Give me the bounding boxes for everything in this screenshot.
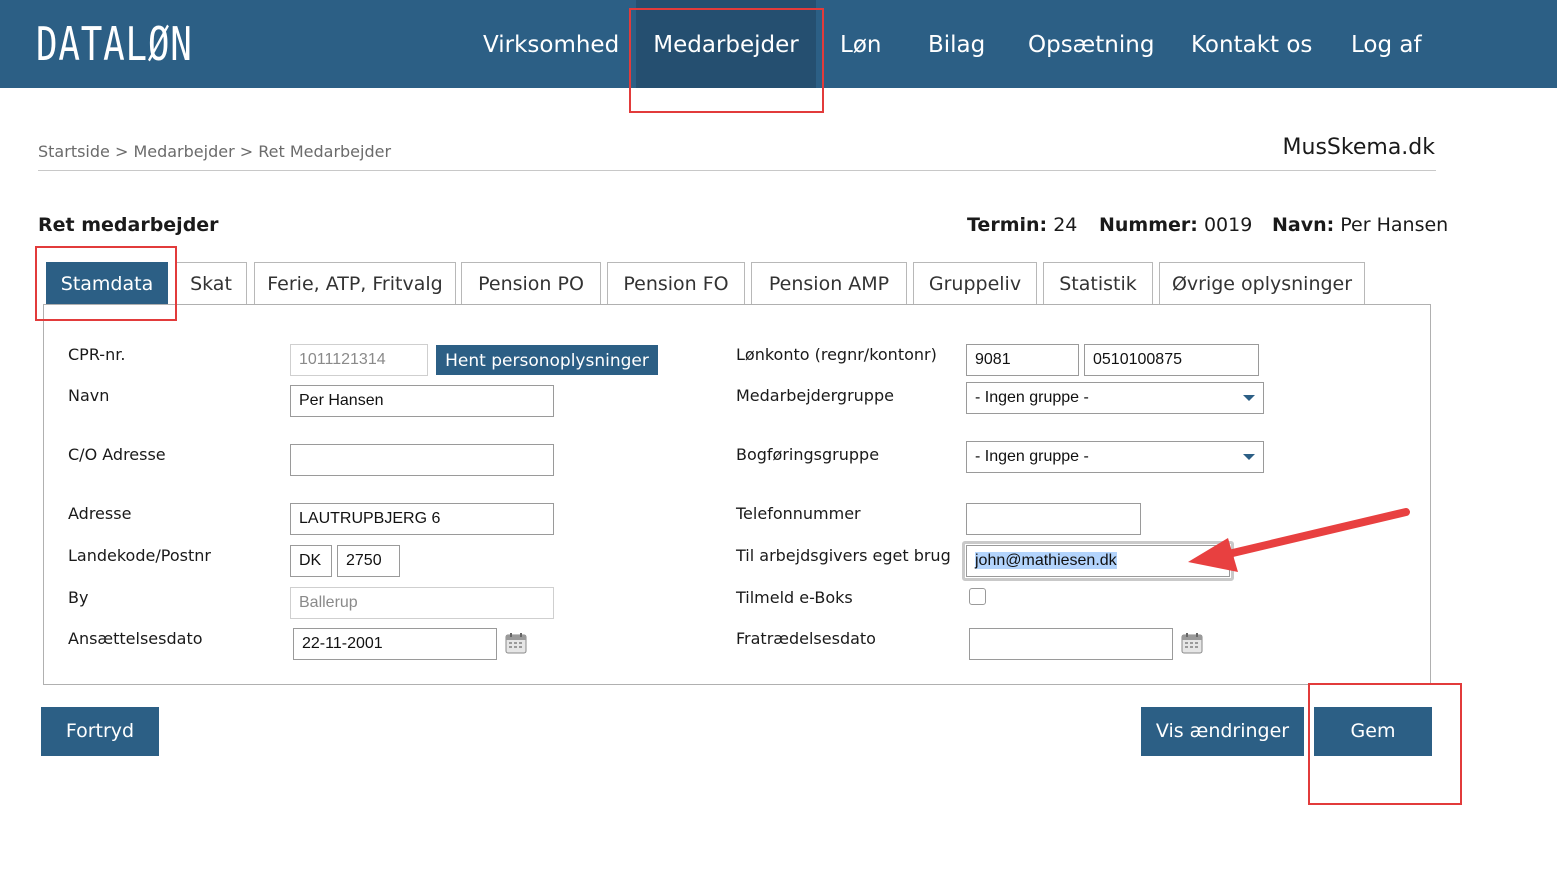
- regnr-input[interactable]: 9081: [966, 344, 1079, 376]
- nummer-info: Nummer: 0019: [1099, 214, 1252, 236]
- tab-ferie-atp-fritvalg[interactable]: Ferie, ATP, Fritvalg: [254, 262, 456, 304]
- breadcrumb[interactable]: Startside > Medarbejder > Ret Medarbejde…: [38, 142, 391, 161]
- nummer-value: 0019: [1203, 214, 1253, 236]
- nav-item-lon[interactable]: Løn: [840, 0, 881, 88]
- fratraedelsesdato-input[interactable]: [969, 628, 1173, 660]
- tab-pension-fo[interactable]: Pension FO: [607, 262, 745, 304]
- co-adresse-label: C/O Adresse: [68, 445, 166, 464]
- postnr-input[interactable]: 2750: [337, 545, 400, 577]
- fratraedelsesdato-label: Fratrædelsesdato: [736, 629, 876, 648]
- navn-value: Per Hansen: [1340, 214, 1449, 236]
- adresse-input[interactable]: LAUTRUPBJERG 6: [290, 503, 554, 535]
- by-label: By: [68, 588, 89, 607]
- tab-gruppeliv[interactable]: Gruppeliv: [913, 262, 1037, 304]
- by-input[interactable]: Ballerup: [290, 587, 554, 619]
- nav-item-opsaetning[interactable]: Opsætning: [1028, 0, 1154, 88]
- hent-personoplysninger-button[interactable]: Hent personoplysninger: [436, 345, 658, 375]
- bogforingsgruppe-select[interactable]: - Ingen gruppe -: [966, 441, 1264, 473]
- bogforingsgruppe-label: Bogføringsgruppe: [736, 445, 880, 464]
- adresse-label: Adresse: [68, 504, 132, 523]
- tab-ovrige-oplysninger[interactable]: Øvrige oplysninger: [1159, 262, 1365, 304]
- landekode-input[interactable]: DK: [290, 545, 332, 577]
- calendar-icon[interactable]: [1181, 632, 1203, 654]
- tab-skat[interactable]: Skat: [175, 262, 247, 304]
- cpr-label: CPR-nr.: [68, 345, 126, 364]
- tilmeld-eboks-checkbox[interactable]: [969, 588, 986, 605]
- kontonr-input[interactable]: 0510100875: [1084, 344, 1259, 376]
- tab-statistik[interactable]: Statistik: [1043, 262, 1153, 304]
- nav-item-virksomhed[interactable]: Virksomhed: [483, 0, 619, 88]
- tab-stamdata[interactable]: Stamdata: [46, 262, 168, 304]
- tab-pension-amp[interactable]: Pension AMP: [751, 262, 907, 304]
- termin-value: 24: [1053, 214, 1078, 236]
- page-title: Ret medarbejder: [38, 214, 219, 236]
- navn-label: Navn: [68, 386, 110, 405]
- fortryd-button[interactable]: Fortryd: [41, 707, 159, 756]
- medarbejdergruppe-label: Medarbejdergruppe: [736, 386, 894, 405]
- navn-info: Navn: Per Hansen: [1272, 214, 1448, 236]
- nav-item-kontakt-os[interactable]: Kontakt os: [1191, 0, 1312, 88]
- termin-label: Termin:: [967, 214, 1048, 236]
- arrow-icon: [1188, 508, 1410, 572]
- medarbejdergruppe-select[interactable]: - Ingen gruppe -: [966, 382, 1264, 414]
- medarbejdergruppe-value: - Ingen gruppe -: [975, 389, 1089, 406]
- nav-item-bilag[interactable]: Bilag: [928, 0, 985, 88]
- ansaettelsesdato-input[interactable]: 22-11-2001: [293, 628, 497, 660]
- divider: [38, 170, 1436, 171]
- gem-button[interactable]: Gem: [1314, 707, 1432, 756]
- navn-label: Navn:: [1272, 214, 1335, 236]
- calendar-icon[interactable]: [505, 632, 527, 654]
- nav-item-log-af[interactable]: Log af: [1351, 0, 1422, 88]
- navn-input[interactable]: Per Hansen: [290, 385, 554, 417]
- bogforingsgruppe-value: - Ingen gruppe -: [975, 448, 1089, 465]
- telefonnummer-label: Telefonnummer: [736, 504, 861, 523]
- landekode-postnr-label: Landekode/Postnr: [68, 546, 211, 565]
- nav-item-medarbejder[interactable]: Medarbejder: [636, 0, 816, 88]
- nummer-label: Nummer:: [1099, 214, 1198, 236]
- company-name: MusSkema.dk: [1282, 135, 1435, 160]
- telefonnummer-input[interactable]: [966, 503, 1141, 535]
- arbejdsgiver-brug-label: Til arbejdsgivers eget brug: [736, 546, 951, 565]
- lonkonto-label: Lønkonto (regnr/kontonr): [736, 345, 937, 364]
- top-navigation-bar: DATALØN Virksomhed Medarbejder Løn Bilag…: [0, 0, 1557, 88]
- datalon-logo[interactable]: DATALØN: [36, 14, 193, 74]
- vis-aendringer-button[interactable]: Vis ændringer: [1141, 707, 1304, 756]
- selected-text: john@mathiesen.dk: [975, 552, 1117, 569]
- tilmeld-eboks-label: Tilmeld e-Boks: [736, 588, 853, 607]
- cpr-input[interactable]: 1011121314: [290, 344, 428, 376]
- chevron-down-icon: [1243, 454, 1255, 460]
- chevron-down-icon: [1243, 395, 1255, 401]
- tab-pension-po[interactable]: Pension PO: [461, 262, 601, 304]
- co-adresse-input[interactable]: [290, 444, 554, 476]
- ansaettelsesdato-label: Ansættelsesdato: [68, 629, 203, 648]
- termin-info: Termin: 24: [967, 214, 1077, 236]
